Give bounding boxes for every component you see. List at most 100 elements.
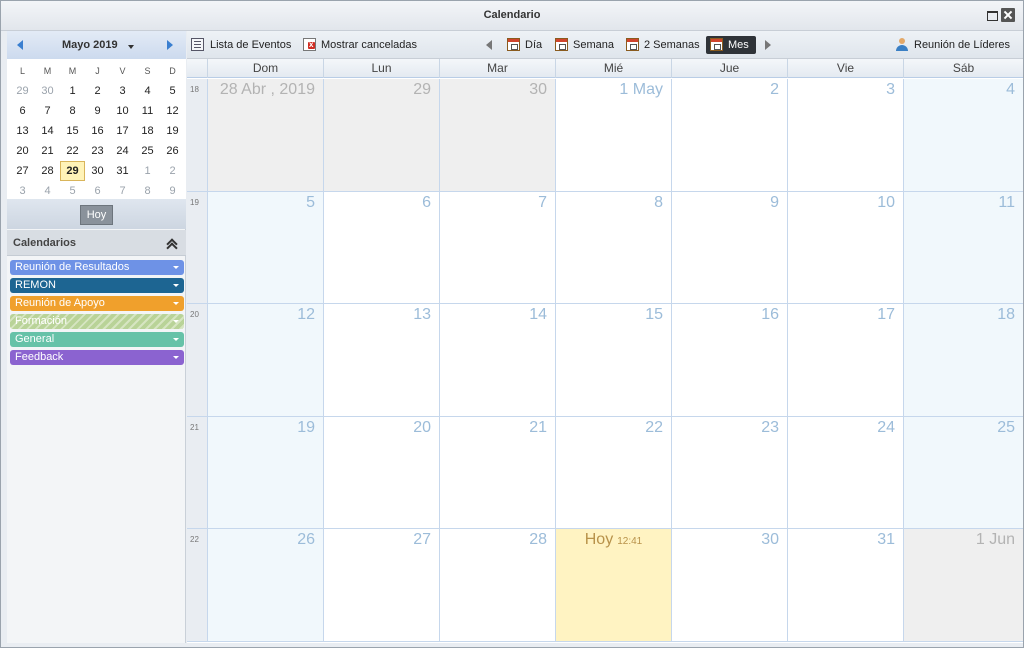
day-cell[interactable]: 10 — [787, 192, 903, 304]
mini-day[interactable]: 5 — [160, 81, 185, 101]
day-cell[interactable]: 15 — [555, 304, 671, 417]
chevron-down-icon[interactable] — [173, 284, 179, 287]
month-view-button[interactable]: Mes — [706, 36, 756, 54]
chevron-down-icon[interactable] — [173, 356, 179, 359]
calendar-item[interactable]: Feedback — [10, 350, 184, 365]
mini-day[interactable]: 19 — [160, 121, 185, 141]
calendar-item[interactable]: General — [10, 332, 184, 347]
mini-day[interactable]: 3 — [10, 181, 35, 201]
next-month-icon[interactable] — [167, 40, 173, 50]
mini-day[interactable]: 8 — [60, 101, 85, 121]
week-number-cell[interactable]: 18 — [187, 79, 207, 192]
mini-day[interactable]: 29 — [60, 161, 85, 181]
mini-day[interactable]: 13 — [10, 121, 35, 141]
day-cell[interactable]: 3 — [787, 79, 903, 192]
day-cell[interactable]: 28 — [439, 529, 555, 642]
week-view-button[interactable]: Semana — [553, 36, 615, 54]
day-cell[interactable]: 1 Jun — [903, 529, 1023, 642]
day-cell[interactable]: 23 — [671, 417, 787, 529]
week-number-cell[interactable]: 22 — [187, 529, 207, 642]
mini-day[interactable]: 17 — [110, 121, 135, 141]
day-cell[interactable]: 25 — [903, 417, 1023, 529]
mini-day[interactable]: 4 — [135, 81, 160, 101]
next-period-icon[interactable] — [765, 40, 771, 50]
today-button[interactable]: Hoy — [80, 205, 113, 225]
day-cell[interactable]: 28 Abr , 2019 — [207, 79, 323, 192]
mini-day[interactable]: 3 — [110, 81, 135, 101]
mini-day[interactable]: 25 — [135, 141, 160, 161]
chevron-down-icon[interactable] — [173, 302, 179, 305]
calendar-item[interactable]: Reunión de Apoyo — [10, 296, 184, 311]
day-cell[interactable]: 14 — [439, 304, 555, 417]
week-number-cell[interactable]: 21 — [187, 417, 207, 529]
day-cell[interactable]: 24 — [787, 417, 903, 529]
mini-day[interactable]: 9 — [160, 181, 185, 201]
day-cell[interactable]: 5 — [207, 192, 323, 304]
close-icon[interactable] — [1001, 8, 1015, 22]
mini-day[interactable]: 11 — [135, 101, 160, 121]
mini-day[interactable]: 30 — [35, 81, 60, 101]
mini-day[interactable]: 24 — [110, 141, 135, 161]
mini-day[interactable]: 23 — [85, 141, 110, 161]
calendar-item[interactable]: Formación — [10, 314, 184, 329]
mini-day[interactable]: 31 — [110, 161, 135, 181]
mini-day[interactable]: 22 — [60, 141, 85, 161]
day-cell[interactable]: 13 — [323, 304, 439, 417]
chevron-down-icon[interactable] — [173, 266, 179, 269]
calendar-item[interactable]: REMON — [10, 278, 184, 293]
leaders-meeting-button[interactable]: Reunión de Líderes — [895, 36, 1019, 54]
day-cell[interactable]: 20 — [323, 417, 439, 529]
mini-day[interactable]: 7 — [110, 181, 135, 201]
mini-day[interactable]: 6 — [85, 181, 110, 201]
day-cell[interactable]: 29 — [323, 79, 439, 192]
mini-day[interactable]: 26 — [160, 141, 185, 161]
mini-day[interactable]: 12 — [160, 101, 185, 121]
previous-month-icon[interactable] — [17, 40, 23, 50]
day-cell[interactable]: 30 — [671, 529, 787, 642]
show-cancelled-button[interactable]: Mostrar canceladas — [303, 36, 419, 54]
day-view-button[interactable]: Día — [505, 36, 545, 54]
mini-day[interactable]: 1 — [60, 81, 85, 101]
mini-day[interactable]: 6 — [10, 101, 35, 121]
mini-day[interactable]: 29 — [10, 81, 35, 101]
previous-period-icon[interactable] — [486, 40, 492, 50]
day-cell[interactable]: 8 — [555, 192, 671, 304]
day-cell[interactable]: 12 — [207, 304, 323, 417]
day-cell[interactable]: 26 — [207, 529, 323, 642]
mini-day[interactable]: 15 — [60, 121, 85, 141]
day-cell[interactable]: 21 — [439, 417, 555, 529]
mini-day[interactable]: 30 — [85, 161, 110, 181]
mini-day[interactable]: 5 — [60, 181, 85, 201]
mini-day[interactable]: 9 — [85, 101, 110, 121]
mini-day[interactable]: 20 — [10, 141, 35, 161]
chevron-down-icon[interactable] — [173, 338, 179, 341]
mini-day[interactable]: 10 — [110, 101, 135, 121]
mini-day[interactable]: 2 — [85, 81, 110, 101]
mini-day[interactable]: 8 — [135, 181, 160, 201]
day-cell[interactable]: 1 May — [555, 79, 671, 192]
event-list-button[interactable]: Lista de Eventos — [191, 36, 291, 54]
mini-day[interactable]: 27 — [10, 161, 35, 181]
chevron-down-icon[interactable] — [128, 45, 134, 49]
mini-day[interactable]: 28 — [35, 161, 60, 181]
week-number-cell[interactable]: 20 — [187, 304, 207, 417]
maximize-icon[interactable] — [985, 8, 999, 22]
calendars-header[interactable]: Calendarios — [7, 230, 186, 256]
day-cell[interactable]: 7 — [439, 192, 555, 304]
month-picker[interactable]: Mayo 2019 — [62, 39, 118, 51]
day-cell[interactable]: 22 — [555, 417, 671, 529]
mini-day[interactable]: 21 — [35, 141, 60, 161]
day-cell[interactable]: 19 — [207, 417, 323, 529]
day-cell[interactable]: 4 — [903, 79, 1023, 192]
day-cell[interactable]: 2 — [671, 79, 787, 192]
day-cell[interactable]: 31 — [787, 529, 903, 642]
day-cell[interactable]: 16 — [671, 304, 787, 417]
chevron-down-icon[interactable] — [173, 320, 179, 323]
week-number-cell[interactable]: 19 — [187, 192, 207, 304]
mini-day[interactable]: 7 — [35, 101, 60, 121]
two-weeks-view-button[interactable]: 2 Semanas — [624, 36, 700, 54]
mini-day[interactable]: 16 — [85, 121, 110, 141]
day-cell[interactable]: 9 — [671, 192, 787, 304]
mini-day[interactable]: 14 — [35, 121, 60, 141]
day-cell[interactable]: 27 — [323, 529, 439, 642]
